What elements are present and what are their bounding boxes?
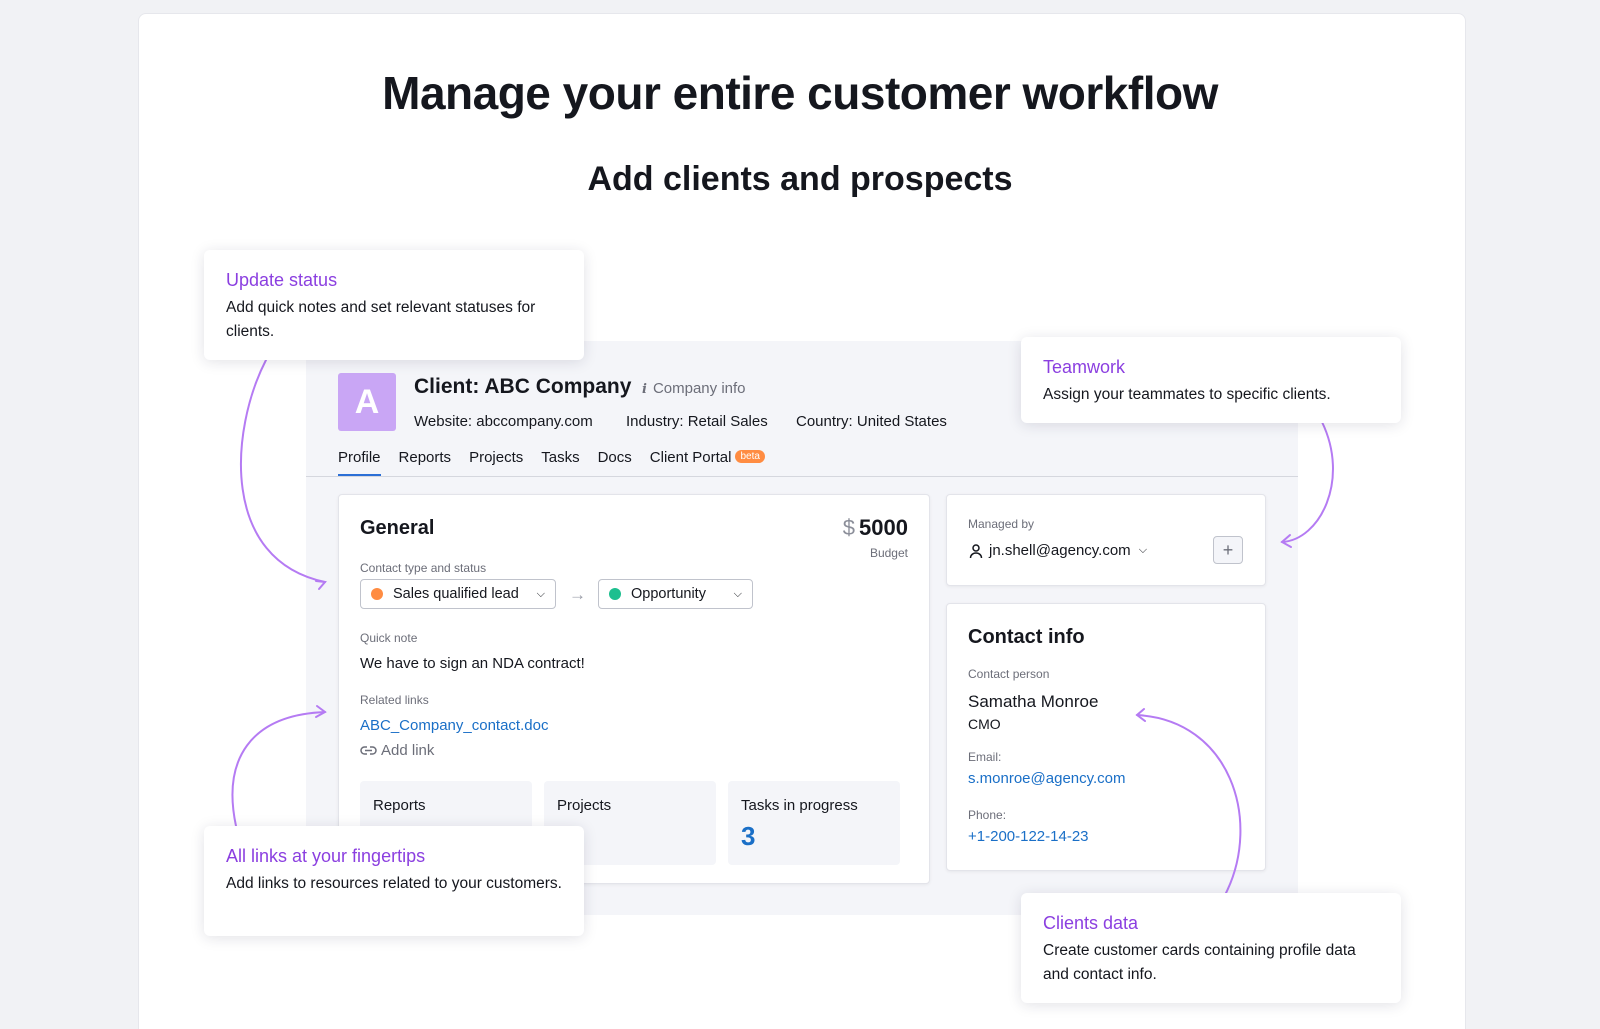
tab-docs[interactable]: Docs: [598, 449, 632, 476]
tab-projects[interactable]: Projects: [469, 449, 523, 476]
callout-links-title: All links at your fingertips: [226, 846, 426, 866]
chevron-down-icon: ⌵: [1138, 544, 1148, 556]
user-icon: [969, 543, 983, 558]
tab-tasks[interactable]: Tasks: [541, 449, 579, 476]
callout-teamwork-title: Teamwork: [1043, 357, 1126, 377]
contact-info-card: Contact info Contact person Samatha Monr…: [946, 603, 1266, 871]
stat-tasks: Tasks in progress 3: [728, 781, 900, 865]
client-avatar: A: [338, 373, 396, 431]
page-subheadline: Add clients and prospects: [587, 160, 1013, 198]
budget-label: Budget: [869, 546, 908, 560]
client-title: Client: ABC Company: [414, 375, 632, 398]
callout-clients-data: Clients data Create customer cards conta…: [1021, 893, 1401, 1003]
quick-note-label: Quick note: [360, 631, 418, 645]
arrow-right-icon: →: [569, 585, 586, 604]
managed-by-card: Managed by jn.shell@agency.com ⌵ +: [946, 494, 1266, 586]
quick-note-text[interactable]: We have to sign an NDA contract!: [360, 655, 585, 672]
client-tabs: Profile Reports Projects Tasks Docs Clie…: [338, 449, 783, 476]
info-icon: i: [642, 382, 647, 397]
stat-tasks-label: Tasks in progress: [741, 797, 858, 814]
callout-links-desc: Add links to resources related to your c…: [226, 875, 562, 892]
callout-links: All links at your fingertips Add links t…: [204, 826, 584, 936]
phone-label: Phone:: [968, 808, 1007, 822]
callout-clients-data-desc: Create customer cards containing profile…: [1043, 942, 1356, 983]
related-links-label: Related links: [360, 693, 429, 707]
stat-tasks-value: 3: [741, 821, 756, 851]
callout-update-status: Update status Add quick notes and set re…: [204, 250, 584, 360]
company-info-link[interactable]: i Company info: [642, 380, 746, 397]
related-link[interactable]: ABC_Company_contact.doc: [360, 717, 548, 734]
add-link-button[interactable]: Add link: [360, 742, 434, 759]
contact-info-title: Contact info: [968, 626, 1085, 648]
client-country: Country: United States: [796, 413, 947, 430]
contact-person-label: Contact person: [968, 667, 1050, 681]
chevron-down-icon: ⌵: [733, 587, 742, 600]
callout-update-status-title: Update status: [226, 270, 338, 290]
general-title: General: [360, 517, 435, 539]
stat-reports-label: Reports: [373, 797, 426, 814]
contact-email-link[interactable]: s.monroe@agency.com: [968, 770, 1126, 787]
managed-by-label: Managed by: [968, 517, 1035, 531]
contact-type-value: Sales qualified lead: [393, 586, 519, 602]
contact-type-select[interactable]: Sales qualified lead ⌵: [360, 579, 556, 609]
tabs-divider: [306, 476, 1298, 477]
contact-phone-link[interactable]: +1-200-122-14-23: [968, 828, 1089, 845]
budget-value: 5000: [859, 515, 908, 540]
manager-select[interactable]: jn.shell@agency.com ⌵: [968, 542, 1147, 559]
tab-profile[interactable]: Profile: [338, 449, 381, 476]
status-value: Opportunity: [631, 586, 706, 602]
callout-teamwork-desc: Assign your teammates to specific client…: [1043, 386, 1331, 403]
client-industry: Industry: Retail Sales: [626, 413, 768, 430]
chevron-down-icon: ⌵: [536, 587, 545, 600]
callout-clients-data-title: Clients data: [1043, 913, 1139, 933]
add-link-label: Add link: [381, 742, 435, 759]
callout-teamwork: Teamwork Assign your teammates to specif…: [1021, 337, 1401, 423]
beta-badge: beta: [735, 450, 765, 463]
tab-reports[interactable]: Reports: [399, 449, 452, 476]
status-select[interactable]: Opportunity ⌵: [598, 579, 753, 609]
tab-client-portal[interactable]: Client Portal beta: [650, 449, 765, 476]
client-website: Website: abccompany.com: [414, 413, 593, 430]
stat-projects-label: Projects: [557, 797, 612, 814]
add-manager-button[interactable]: +: [1213, 536, 1243, 564]
contact-type-label: Contact type and status: [360, 561, 487, 575]
contact-person-role: CMO: [968, 716, 1001, 732]
contact-person-name: Samatha Monroe: [968, 692, 1099, 711]
budget-currency: $: [842, 515, 856, 540]
company-info-label: Company info: [652, 380, 746, 397]
email-label: Email:: [968, 750, 1002, 764]
page-headline: Manage your entire customer workflow: [382, 67, 1218, 119]
contact-type-dot: [371, 588, 383, 600]
link-icon: [360, 746, 377, 755]
status-dot: [609, 588, 621, 600]
tab-client-portal-label: Client Portal: [649, 449, 732, 466]
callout-update-status-desc: Add quick notes and set relevant statuse…: [226, 299, 536, 340]
manager-email: jn.shell@agency.com: [989, 542, 1131, 559]
budget-amount: $5000: [843, 515, 908, 541]
